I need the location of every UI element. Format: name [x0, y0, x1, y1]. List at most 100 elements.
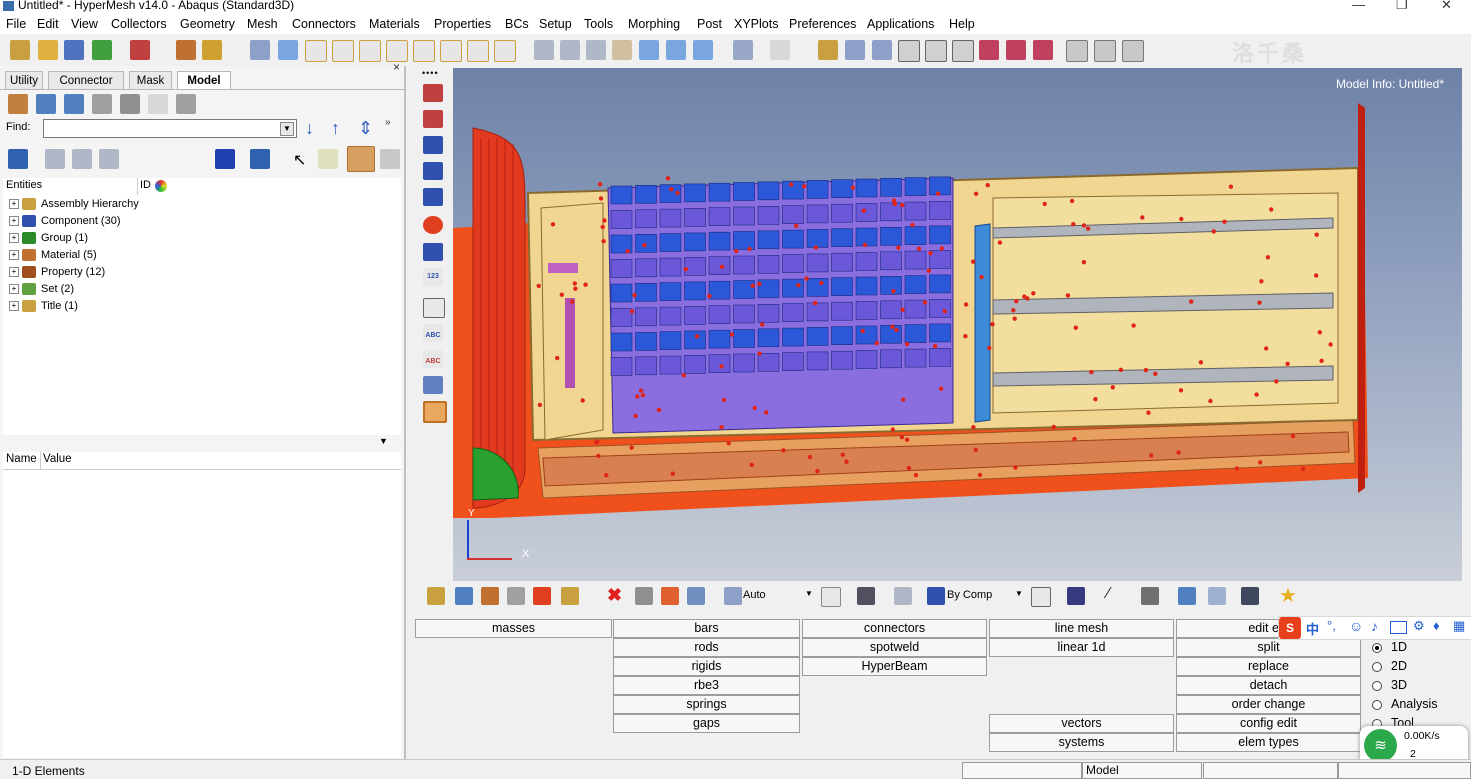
find-both-icon[interactable]: ⇕: [358, 118, 373, 139]
vectors-button[interactable]: vectors: [989, 714, 1174, 733]
radio-analysis[interactable]: Analysis: [1372, 697, 1438, 711]
menu-properties[interactable]: Properties: [434, 17, 491, 31]
expand-icon[interactable]: +: [9, 199, 19, 210]
microphone-icon[interactable]: ♪: [1371, 618, 1378, 634]
split-button[interactable]: split: [1176, 638, 1361, 657]
assembly-icon[interactable]: [455, 587, 473, 605]
rbe3-button[interactable]: rbe3: [613, 676, 800, 695]
expand-icon[interactable]: +: [9, 284, 19, 295]
chevron-down-icon[interactable]: ▼: [805, 589, 813, 598]
table-icon[interactable]: [1122, 40, 1144, 62]
maximize-button[interactable]: ❐: [1396, 0, 1408, 13]
collapse-tree-icon[interactable]: [72, 149, 92, 169]
menu-preferences[interactable]: Preferences: [789, 17, 856, 31]
gaps-button[interactable]: gaps: [613, 714, 800, 733]
tab-mask[interactable]: Mask: [129, 71, 172, 90]
menu-help[interactable]: Help: [949, 17, 975, 31]
browser-component-icon[interactable]: [8, 94, 28, 114]
browser-property-icon[interactable]: [120, 94, 140, 114]
shaded-elements-icon[interactable]: [1067, 587, 1085, 605]
node-icon[interactable]: [687, 587, 705, 605]
property-icon[interactable]: [507, 587, 525, 605]
menu-tools[interactable]: Tools: [584, 17, 613, 31]
set-icon[interactable]: [561, 587, 579, 605]
radio-2d[interactable]: 2D: [1372, 659, 1407, 673]
arrow-left-icon[interactable]: [278, 40, 298, 60]
menu-view[interactable]: View: [71, 17, 98, 31]
files-icon[interactable]: [10, 40, 30, 60]
label-abc-red-icon[interactable]: ABC: [423, 350, 443, 368]
menu-post[interactable]: Post: [697, 17, 722, 31]
skin-icon[interactable]: ♦: [1433, 618, 1440, 633]
menu-collectors[interactable]: Collectors: [111, 17, 167, 31]
browser-material-icon[interactable]: [92, 94, 112, 114]
emoji-icon[interactable]: ☺: [1349, 618, 1363, 634]
color-wheel-icon[interactable]: [155, 180, 167, 192]
rods-button[interactable]: rods: [613, 638, 800, 657]
binoculars-icon[interactable]: [423, 243, 443, 261]
selected-tool-icon[interactable]: [423, 401, 447, 423]
radio-dot[interactable]: [1372, 680, 1382, 691]
expand-icon[interactable]: +: [9, 267, 19, 278]
replace-button[interactable]: replace: [1176, 657, 1361, 676]
id-column[interactable]: ID: [140, 179, 151, 191]
display-icon[interactable]: [8, 149, 28, 169]
view-x-icon[interactable]: [305, 40, 327, 62]
view-z-icon[interactable]: [359, 40, 381, 62]
show-hide-eye-icon[interactable]: [347, 146, 375, 172]
mask-icon[interactable]: [423, 84, 443, 102]
hide-icon[interactable]: [661, 587, 679, 605]
eye-icon[interactable]: [380, 149, 400, 169]
plane-icon[interactable]: [1141, 587, 1159, 605]
elem-types-button[interactable]: elem types: [1176, 733, 1361, 752]
menu-file[interactable]: File: [6, 17, 26, 31]
view-iso-icon[interactable]: [467, 40, 489, 62]
menu-materials[interactable]: Materials: [369, 17, 420, 31]
keyboard-icon[interactable]: [1390, 621, 1407, 634]
label-abc-icon[interactable]: ABC: [423, 324, 443, 342]
menu-morphing[interactable]: Morphing: [628, 17, 680, 31]
hyperbeam-button[interactable]: HyperBeam: [802, 657, 987, 676]
find-attached-icon[interactable]: [423, 136, 443, 154]
tree-item[interactable]: + Group (1): [9, 230, 88, 247]
menu-connectors[interactable]: Connectors: [292, 17, 356, 31]
organize-icon[interactable]: [635, 587, 653, 605]
tab-utility[interactable]: Utility: [5, 71, 43, 90]
flat-view-icon[interactable]: [99, 149, 119, 169]
line-icon[interactable]: ⁄: [1107, 585, 1110, 603]
radio-3d[interactable]: 3D: [1372, 678, 1407, 692]
detach-button[interactable]: detach: [1176, 676, 1361, 695]
chevron-down-icon[interactable]: ▼: [280, 122, 294, 136]
find-next-icon[interactable]: ↓: [305, 118, 314, 139]
bars-button[interactable]: bars: [613, 619, 800, 638]
browser-part-icon[interactable]: [64, 94, 84, 114]
toolbox-icon[interactable]: ⚙: [1413, 618, 1425, 634]
splitter-down-icon[interactable]: ▼: [379, 436, 388, 446]
sogou-icon[interactable]: S: [1279, 617, 1301, 639]
menu-bcs[interactable]: BCs: [505, 17, 529, 31]
elements-display-icon[interactable]: [215, 149, 235, 169]
close-button[interactable]: ✕: [1441, 0, 1452, 13]
expand-icon[interactable]: +: [9, 233, 19, 244]
tree-item[interactable]: + Assembly Hierarchy: [9, 196, 139, 213]
arrows-vertical-icon[interactable]: [666, 40, 686, 60]
load-icon[interactable]: [533, 587, 551, 605]
menu-xyplots[interactable]: XYPlots: [734, 17, 778, 31]
ime-lang[interactable]: 中: [1306, 619, 1319, 638]
linear-1d-button[interactable]: linear 1d: [989, 638, 1174, 657]
screen-icon[interactable]: [1241, 587, 1259, 605]
box-icon[interactable]: [894, 587, 912, 605]
systems-button[interactable]: systems: [989, 733, 1174, 752]
menu-edit[interactable]: Edit: [37, 17, 59, 31]
find-input[interactable]: ▼: [43, 119, 297, 138]
slice-icon[interactable]: [1033, 40, 1053, 60]
fit-icon[interactable]: [534, 40, 554, 60]
panel-close-icon[interactable]: ×: [393, 60, 400, 74]
undo-icon[interactable]: [733, 40, 753, 60]
masses-button[interactable]: masses: [415, 619, 612, 638]
view-bottom-icon[interactable]: [413, 40, 435, 62]
expand-icon[interactable]: +: [9, 301, 19, 312]
wireframe-icon[interactable]: [1031, 587, 1051, 607]
view-top-icon[interactable]: [386, 40, 408, 62]
redo-icon[interactable]: [770, 40, 790, 60]
